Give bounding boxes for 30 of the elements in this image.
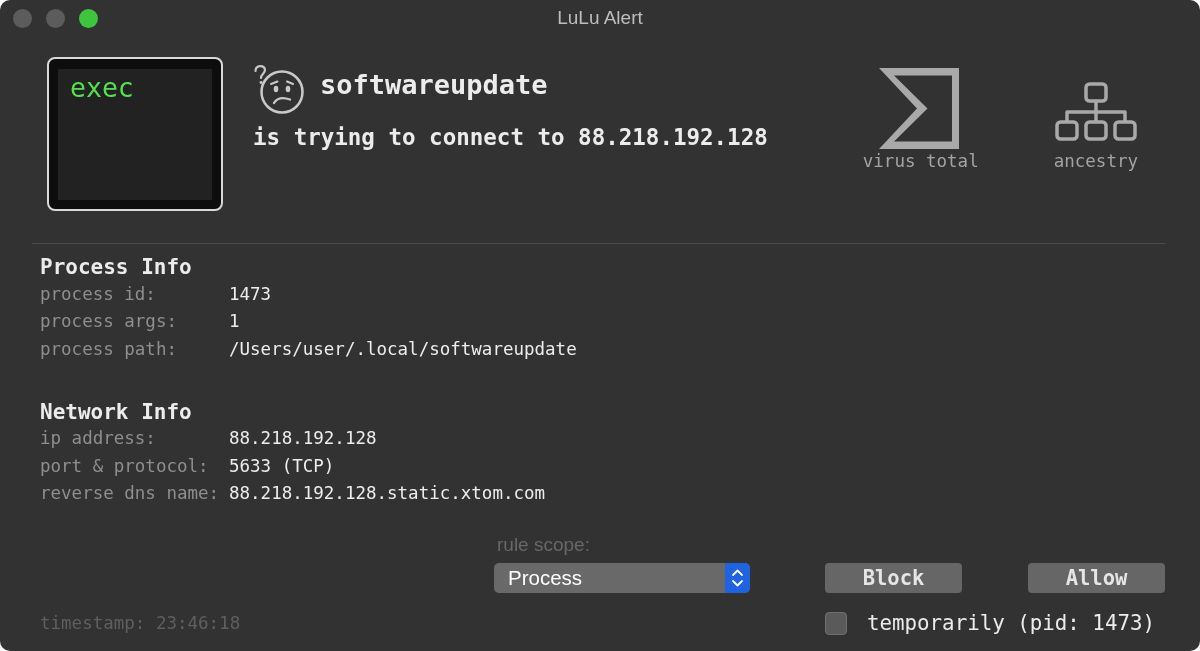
field-value: 88.218.192.128 [229, 428, 377, 449]
field-value: 1 [229, 311, 240, 332]
allow-button[interactable]: Allow [1028, 563, 1165, 593]
section-heading: Process Info [40, 254, 192, 280]
virus-total-button[interactable]: virus total [862, 67, 979, 171]
field-label: ip address: [40, 428, 156, 449]
field-value: 5633 (TCP) [229, 455, 335, 476]
field-label: reverse dns name: [40, 483, 220, 504]
block-button[interactable]: Block [825, 563, 962, 593]
temporarily-checkbox[interactable] [825, 612, 847, 635]
field-value: /Users/user/.local/softwareupdate [229, 338, 577, 359]
field-value: 88.218.192.128.static.xtom.com [229, 483, 546, 504]
confused-face-icon [252, 62, 304, 114]
window-title: LuLu Alert [557, 7, 643, 29]
temporarily-label: temporarily (pid: 1473) [867, 612, 1155, 635]
sigma-icon [879, 68, 960, 149]
section-heading: Network Info [40, 398, 192, 425]
rule-scope-select[interactable]: Process [494, 563, 750, 593]
zoom-button[interactable] [79, 9, 98, 28]
field-label: process args: [40, 311, 177, 332]
process-name: softwareupdate [320, 68, 548, 100]
field-label: process path: [40, 338, 177, 359]
field-value: 1473 [229, 283, 272, 304]
terminal-text: exec [70, 72, 134, 103]
field-label: process id: [40, 283, 156, 304]
field-label: port & protocol: [40, 455, 209, 476]
hierarchy-icon [1054, 82, 1137, 141]
ancestry-button[interactable]: ancestry [1053, 67, 1138, 171]
connection-message: is trying to connect to 88.218.192.128 [253, 123, 768, 151]
updown-chevron-icon [725, 563, 750, 593]
